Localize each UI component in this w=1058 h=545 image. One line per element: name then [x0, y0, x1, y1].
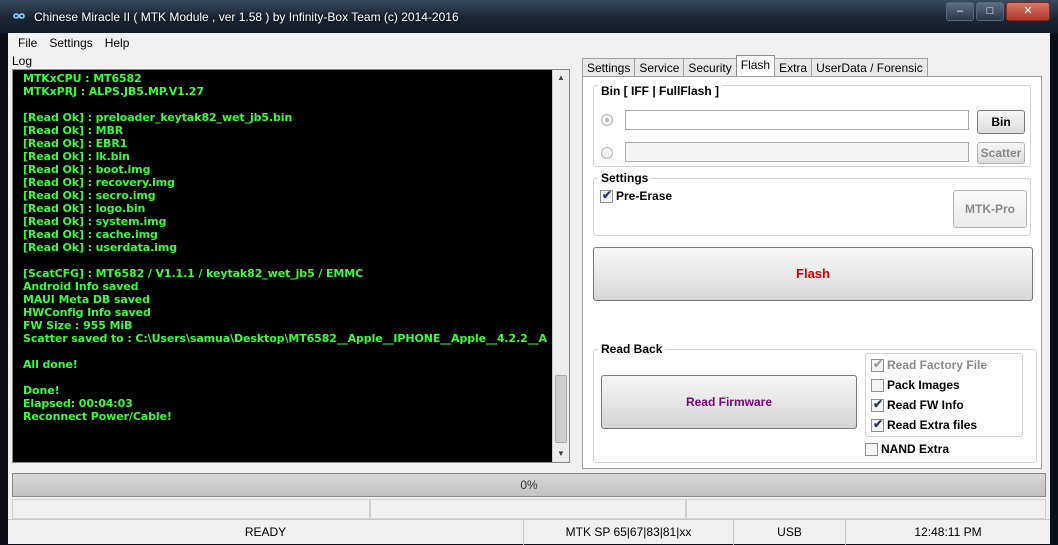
log-line: Elapsed: 00:04:03: [23, 397, 133, 410]
log-line: [Read Ok] : recovery.img: [23, 176, 175, 189]
bin-radio[interactable]: [601, 114, 613, 126]
flash-panel: Bin [ IFF | FullFlash ] Bin Scatter Sett…: [582, 76, 1042, 469]
scrollbar-thumb[interactable]: [555, 375, 567, 443]
log-line: FW Size : 955 MiB: [23, 319, 133, 332]
read-fw-info-checkbox[interactable]: ✔ Read FW Info: [871, 396, 964, 412]
pre-erase-checkbox[interactable]: ✔ Pre-Erase: [600, 187, 673, 203]
tab-extra[interactable]: Extra: [774, 58, 813, 76]
mtk-pro-button[interactable]: MTK-Pro: [953, 190, 1027, 228]
info-bar: [12, 499, 1046, 519]
log-line: [Read Ok] : lk.bin: [23, 150, 130, 163]
bin-path-field[interactable]: [625, 110, 969, 130]
readback-group-title: Read Back: [598, 342, 666, 356]
read-firmware-button[interactable]: Read Firmware: [601, 375, 857, 429]
maximize-button[interactable]: □: [976, 2, 1004, 21]
menu-help[interactable]: Help: [99, 33, 136, 53]
log-line: HWConfig Info saved: [23, 306, 151, 319]
log-line: Scatter saved to : C:\Users\samua\Deskto…: [23, 332, 547, 345]
checkmark-icon: ✔: [602, 187, 613, 202]
tab-service[interactable]: Service: [634, 58, 685, 76]
info-cell: [686, 499, 1046, 519]
scatter-path-field[interactable]: [625, 142, 969, 162]
close-button[interactable]: ✕: [1006, 2, 1050, 21]
bin-group-title: Bin [ IFF | FullFlash ]: [598, 84, 723, 98]
log-line: [Read Ok] : preloader_keytak82_wet_jb5.b…: [23, 111, 293, 124]
log-scrollbar[interactable]: ▲ ▼: [552, 70, 569, 462]
status-model: MTK SP 65|67|83|81|xx: [524, 520, 734, 545]
log-line: [Read Ok] : secro.img: [23, 189, 156, 202]
log-line: [Read Ok] : boot.img: [23, 163, 151, 176]
flash-button[interactable]: Flash: [593, 247, 1033, 301]
scroll-up-icon[interactable]: ▲: [553, 70, 569, 86]
settings-group-title: Settings: [598, 171, 652, 185]
log-line: MTKxPRJ : ALPS.JB5.MP.V1.27: [23, 85, 204, 98]
menu-settings[interactable]: Settings: [43, 33, 98, 53]
log-line: Reconnect Power/Cable!: [23, 410, 172, 423]
tab-userdata-forensic[interactable]: UserData / Forensic: [811, 58, 928, 76]
tab-flash[interactable]: Flash: [735, 55, 776, 76]
log-line: [ScatCFG] : MT6582 / V1.1.1 / keytak82_w…: [23, 267, 364, 280]
minimize-button[interactable]: –: [946, 2, 974, 21]
status-state: READY: [8, 520, 524, 545]
scroll-down-icon[interactable]: ▼: [553, 446, 569, 462]
read-extra-files-checkbox[interactable]: ✔ Read Extra files: [871, 416, 977, 432]
status-port: USB: [734, 520, 846, 545]
menu-file[interactable]: File: [12, 33, 43, 53]
scatter-radio[interactable]: [601, 147, 613, 159]
window-title: Chinese Miracle II ( MTK Module , ver 1.…: [34, 10, 459, 24]
main-window: File Settings Help Log MTKxCPU : MT6582 M…: [8, 33, 1050, 545]
progress-bar: 0%: [12, 473, 1046, 497]
log-line: Done!: [23, 384, 60, 397]
infinity-logo-icon: [13, 13, 25, 19]
log-line: MAUI Meta DB saved: [23, 293, 150, 306]
checkmark-icon: ✔: [873, 416, 884, 431]
tab-security[interactable]: Security: [683, 58, 737, 76]
tab-settings[interactable]: Settings: [582, 58, 636, 76]
info-cell: [12, 499, 370, 519]
pack-images-checkbox[interactable]: Pack Images: [871, 378, 960, 392]
log-line: [Read Ok] : userdata.img: [23, 241, 177, 254]
log-lines: MTKxCPU : MT6582 MTKxPRJ : ALPS.JB5.MP.V1…: [23, 72, 547, 423]
info-cell: [370, 499, 686, 519]
log-console[interactable]: MTKxCPU : MT6582 MTKxPRJ : ALPS.JB5.MP.V1…: [12, 69, 570, 463]
read-factory-file-checkbox[interactable]: ✔ Read Factory File: [871, 356, 987, 372]
checkmark-icon: ✔: [873, 356, 884, 371]
log-line: Android Info saved: [23, 280, 139, 293]
pre-erase-label: Pre-Erase: [616, 189, 673, 203]
log-label: Log: [12, 54, 33, 68]
status-bar: READY MTK SP 65|67|83|81|xx USB 12:48:11…: [8, 519, 1050, 545]
log-line: [Read Ok] : EBR1: [23, 137, 128, 150]
log-line: [Read Ok] : cache.img: [23, 228, 158, 241]
log-line: All done!: [23, 358, 78, 371]
menu-bar: File Settings Help: [8, 33, 135, 53]
bin-button[interactable]: Bin: [977, 110, 1025, 134]
title-bar: Chinese Miracle II ( MTK Module , ver 1.…: [0, 0, 1058, 33]
checkmark-icon: ✔: [873, 396, 884, 411]
log-line: [Read Ok] : MBR: [23, 124, 124, 137]
log-line: MTKxCPU : MT6582: [23, 72, 142, 85]
tab-strip: Settings Service Security Flash Extra Us…: [582, 55, 928, 76]
scatter-button[interactable]: Scatter: [977, 142, 1025, 164]
log-line: [Read Ok] : system.img: [23, 215, 167, 228]
nand-extra-checkbox[interactable]: NAND Extra: [865, 442, 949, 456]
status-time: 12:48:11 PM: [914, 525, 982, 539]
log-line: [Read Ok] : logo.bin: [23, 202, 146, 215]
